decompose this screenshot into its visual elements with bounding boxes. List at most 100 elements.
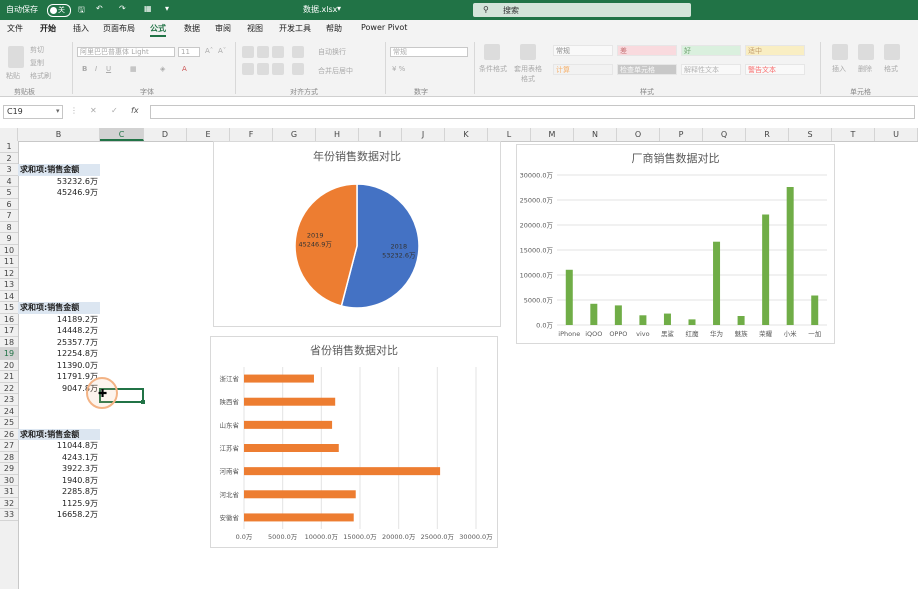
border-icon[interactable]: ▦ — [130, 65, 137, 73]
pivot-header-cell[interactable]: 求和项:销售金额 — [18, 164, 100, 176]
row-header-31[interactable]: 31 — [0, 486, 18, 498]
format-cells-button[interactable]: 格式 — [884, 64, 898, 74]
column-header-k[interactable]: K — [445, 128, 488, 141]
row-header-19[interactable]: 19 — [0, 348, 18, 360]
font-size-select[interactable]: 11 — [178, 47, 200, 57]
pivot-value-cell[interactable]: 1940.8万 — [18, 475, 98, 487]
cell-style-3[interactable]: 好 — [681, 45, 741, 56]
name-box[interactable]: C19 — [3, 105, 63, 119]
column-header-g[interactable]: G — [273, 128, 316, 141]
save-icon[interactable]: 🖫 — [78, 4, 85, 18]
column-header-l[interactable]: L — [488, 128, 531, 141]
merge-center-button[interactable]: 合并后居中 — [318, 66, 353, 76]
row-header-24[interactable]: 24 — [0, 406, 18, 417]
insert-cells-icon[interactable] — [832, 44, 848, 60]
row-header-8[interactable]: 8 — [0, 222, 18, 233]
formula-input[interactable] — [150, 105, 915, 119]
pivot-value-cell[interactable]: 4243.1万 — [18, 452, 98, 464]
tab-view[interactable]: 视图 — [247, 23, 263, 34]
row-header-18[interactable]: 18 — [0, 337, 18, 348]
row-header-20[interactable]: 20 — [0, 360, 18, 371]
pivot-value-cell[interactable]: 14189.2万 — [18, 314, 98, 326]
align-top-icon[interactable] — [242, 46, 254, 58]
table-format-button[interactable]: 套用表格格式 — [513, 64, 543, 84]
tab-page-layout[interactable]: 页面布局 — [103, 23, 135, 34]
tab-insert[interactable]: 插入 — [73, 23, 89, 34]
select-all-corner[interactable] — [0, 128, 18, 141]
conditional-format-button[interactable]: 条件格式 — [479, 64, 507, 74]
column-header-u[interactable]: U — [875, 128, 918, 141]
confirm-icon[interactable]: ✓ — [111, 106, 118, 115]
fill-color-icon[interactable]: ◈ — [160, 65, 165, 73]
row-header-17[interactable]: 17 — [0, 325, 18, 337]
paste-label[interactable]: 粘贴 — [6, 71, 20, 81]
column-header-o[interactable]: O — [617, 128, 660, 141]
pivot-header-cell[interactable]: 求和项:销售金额 — [18, 428, 100, 440]
row-header-12[interactable]: 12 — [0, 268, 18, 279]
delete-cells-button[interactable]: 删除 — [858, 64, 872, 74]
row-header-25[interactable]: 25 — [0, 417, 18, 429]
row-header-13[interactable]: 13 — [0, 279, 18, 291]
column-header-f[interactable]: F — [230, 128, 273, 141]
table-format-icon[interactable] — [520, 44, 536, 60]
insert-cells-button[interactable]: 插入 — [832, 64, 846, 74]
tab-review[interactable]: 审阅 — [215, 23, 231, 34]
row-header-26[interactable]: 26 — [0, 429, 18, 440]
indent-icon[interactable] — [292, 63, 304, 75]
row-header-10[interactable]: 10 — [0, 245, 18, 256]
align-right-icon[interactable] — [272, 63, 284, 75]
tab-developer[interactable]: 开发工具 — [279, 23, 311, 34]
insert-function-icon[interactable]: fx — [131, 106, 139, 115]
pivot-value-cell[interactable]: 11390.0万 — [18, 360, 98, 372]
pivot-value-cell[interactable]: 11044.8万 — [18, 440, 98, 452]
vendor-bar-chart[interactable]: 厂商销售数据对比 0.0万 5000.0万 10000.0万 15000.0万 2000… — [516, 144, 835, 344]
format-cells-icon[interactable] — [884, 44, 900, 60]
formula-bar-options-icon[interactable]: ⋮ — [70, 106, 78, 115]
currency-icon[interactable]: ¥ % — [392, 65, 405, 73]
row-header-7[interactable]: 7 — [0, 210, 18, 222]
cell-style-2[interactable]: 差 — [617, 45, 677, 56]
pivot-value-cell[interactable]: 12254.8万 — [18, 348, 98, 360]
pivot-value-cell[interactable]: 11791.9万 — [18, 371, 98, 383]
column-header-j[interactable]: J — [402, 128, 445, 141]
pivot-value-cell[interactable]: 45246.9万 — [18, 187, 98, 199]
row-header-6[interactable]: 6 — [0, 199, 18, 210]
increase-font-icon[interactable]: Aˆ — [205, 47, 213, 55]
cell-style-4[interactable]: 适中 — [745, 45, 805, 56]
bold-icon[interactable]: B — [82, 65, 87, 73]
tab-file[interactable]: 文件 — [7, 23, 23, 34]
pie-chart[interactable]: 年份销售数据对比 2018 53232.6万 2019 45246.9万 — [213, 141, 501, 327]
fill-handle[interactable] — [141, 400, 145, 404]
row-header-33[interactable]: 33 — [0, 509, 18, 521]
pivot-value-cell[interactable]: 14448.2万 — [18, 325, 98, 337]
row-header-3[interactable]: 3 — [0, 164, 18, 176]
row-header-32[interactable]: 32 — [0, 498, 18, 509]
column-header-e[interactable]: E — [187, 128, 230, 141]
align-bottom-icon[interactable] — [272, 46, 284, 58]
row-header-28[interactable]: 28 — [0, 452, 18, 463]
cell-style-7[interactable]: 解释性文本 — [681, 64, 741, 75]
align-left-icon[interactable] — [242, 63, 254, 75]
column-header-m[interactable]: M — [531, 128, 574, 141]
row-header-30[interactable]: 30 — [0, 475, 18, 486]
tab-power-pivot[interactable]: Power Pivot — [361, 23, 407, 32]
column-header-d[interactable]: D — [144, 128, 187, 141]
delete-cells-icon[interactable] — [858, 44, 874, 60]
cancel-icon[interactable]: ✕ — [90, 106, 97, 115]
row-header-23[interactable]: 23 — [0, 394, 18, 406]
column-header-b[interactable]: B — [18, 128, 100, 141]
autosave-toggle[interactable]: 关 — [47, 4, 71, 17]
align-center-icon[interactable] — [257, 63, 269, 75]
column-header-t[interactable]: T — [832, 128, 875, 141]
row-header-4[interactable]: 4 — [0, 176, 18, 187]
column-header-i[interactable]: I — [359, 128, 402, 141]
row-header-5[interactable]: 5 — [0, 187, 18, 199]
pivot-value-cell[interactable]: 1125.9万 — [18, 498, 98, 510]
number-format-select[interactable]: 常规 — [390, 47, 468, 57]
undo-icon[interactable]: ↶ — [96, 4, 103, 13]
underline-icon[interactable]: U — [106, 65, 111, 73]
column-header-r[interactable]: R — [746, 128, 789, 141]
format-painter-button[interactable]: 格式刷 — [30, 71, 51, 81]
cell-style-6[interactable]: 检查单元格 — [617, 64, 677, 75]
tab-data[interactable]: 数据 — [184, 23, 200, 34]
